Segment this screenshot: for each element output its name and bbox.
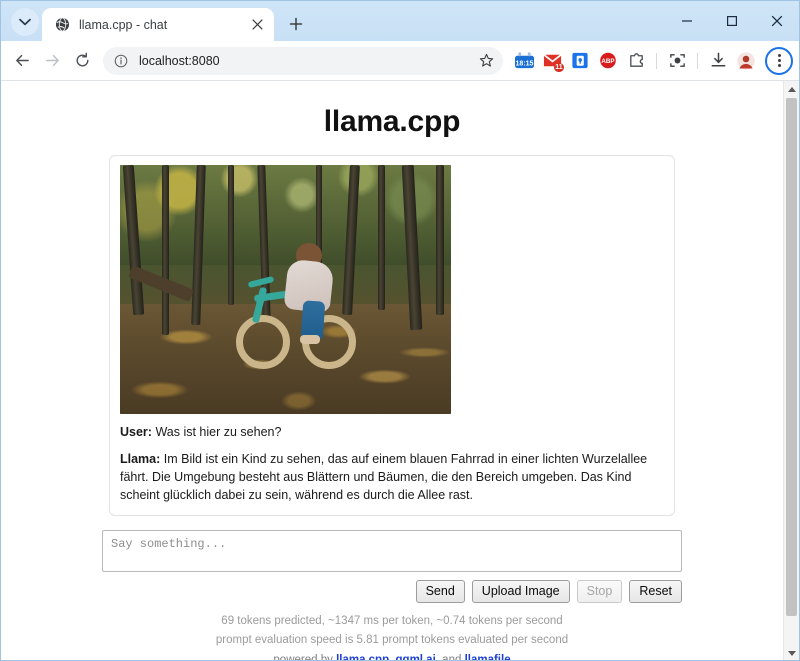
- message-input[interactable]: [102, 529, 682, 572]
- address-bar[interactable]: localhost:8080: [103, 46, 503, 75]
- tab-search-button[interactable]: [11, 8, 39, 36]
- close-icon: [771, 15, 782, 27]
- stats-tokens-line: 69 tokens predicted, ~1347 ms per token,…: [221, 614, 563, 627]
- bookmark-star-icon[interactable]: [477, 52, 495, 70]
- extension-icons: 18:15 11 ABP: [510, 46, 793, 75]
- chat-message-llama: Llama: Im Bild ist ein Kind zu sehen, da…: [120, 450, 664, 504]
- chat-text-user: Was ist hier zu sehen?: [151, 425, 282, 439]
- page-viewport: llama.cpp User: Was ist hier zu sehen? L…: [1, 81, 799, 661]
- info-circle-icon[interactable]: [113, 53, 129, 69]
- reload-button[interactable]: [67, 46, 97, 76]
- child-jeans: [300, 300, 326, 340]
- chat-message-user: User: Was ist hier zu sehen?: [120, 423, 664, 441]
- upload-image-button[interactable]: Upload Image: [471, 579, 570, 603]
- adblock-plus-extension-icon[interactable]: ABP: [597, 50, 619, 72]
- page-title: llama.cpp: [323, 105, 461, 138]
- three-dot-menu-icon: [777, 54, 781, 67]
- reset-button[interactable]: Reset: [629, 579, 682, 603]
- scroll-up-arrow[interactable]: [784, 81, 799, 97]
- child-shoe: [300, 335, 320, 344]
- tab-title: llama.cpp - chat: [79, 17, 168, 32]
- extensions-puzzle-icon[interactable]: [625, 50, 647, 72]
- forward-button[interactable]: [37, 46, 67, 76]
- stats-prompt-line: prompt evaluation speed is 5.81 prompt t…: [215, 634, 569, 647]
- mail-extension-icon[interactable]: 11: [541, 50, 564, 72]
- back-button[interactable]: [7, 46, 37, 76]
- stop-button: Stop: [576, 579, 623, 603]
- plus-icon: [289, 17, 303, 31]
- chat-speaker-user: User:: [120, 425, 152, 439]
- reload-icon: [76, 52, 88, 67]
- powered-by-line: powered by llama.cpp, ggml.ai, and llama…: [102, 651, 682, 661]
- lens-search-icon[interactable]: [666, 50, 688, 72]
- toolbar-divider-2: [697, 52, 698, 69]
- toolbar-divider: [656, 52, 657, 69]
- tab-close-icon[interactable]: [248, 16, 266, 34]
- profile-avatar[interactable]: [735, 50, 757, 72]
- browser-window: llama.cpp - chat localhost:8080 18:15 11…: [0, 0, 800, 661]
- close-window-button[interactable]: [754, 1, 799, 41]
- svg-text:ABP: ABP: [601, 58, 614, 65]
- browser-tab[interactable]: llama.cpp - chat: [42, 8, 274, 41]
- window-controls: [664, 1, 799, 41]
- mail-badge-count: 11: [554, 62, 564, 72]
- tree-trunk: [378, 165, 385, 310]
- browser-menu-button[interactable]: [765, 46, 793, 75]
- composer: Send Upload Image Stop Reset 69 tokens p…: [102, 529, 682, 661]
- calendar-extension-icon[interactable]: 18:15: [513, 50, 535, 72]
- ggml-ai-link[interactable]: ggml.ai: [396, 654, 436, 660]
- minimize-button[interactable]: [664, 1, 709, 41]
- address-bar-url: localhost:8080: [139, 53, 220, 68]
- powered-by-prefix: powered by: [273, 654, 337, 661]
- password-manager-extension-icon[interactable]: [569, 50, 591, 72]
- llama-cpp-link[interactable]: llama.cpp: [336, 654, 389, 660]
- minimize-icon: [681, 20, 692, 22]
- tree-trunk: [436, 165, 444, 315]
- tree-trunk: [162, 165, 169, 335]
- chat-text-llama: Im Bild ist ein Kind zu sehen, das auf e…: [120, 452, 648, 503]
- page-scrollbar[interactable]: [783, 81, 799, 660]
- tab-strip: llama.cpp - chat: [1, 1, 799, 41]
- composer-buttons: Send Upload Image Stop Reset: [102, 579, 682, 603]
- new-tab-button[interactable]: [282, 10, 310, 38]
- browser-toolbar: localhost:8080 18:15 11 ABP: [1, 41, 799, 81]
- globe-icon: [54, 17, 70, 33]
- maximize-icon: [726, 16, 737, 27]
- generation-stats: 69 tokens predicted, ~1347 ms per token,…: [102, 612, 682, 661]
- back-arrow-icon: [15, 54, 29, 67]
- scrollbar-thumb[interactable]: [786, 98, 797, 616]
- child-figure: [280, 243, 342, 344]
- send-button[interactable]: Send: [415, 579, 465, 603]
- tree-trunk: [228, 165, 234, 305]
- maximize-button[interactable]: [709, 1, 754, 41]
- svg-text:18:15: 18:15: [515, 60, 533, 67]
- chat-panel: User: Was ist hier zu sehen? Llama: Im B…: [109, 155, 675, 516]
- chevron-down-icon: [19, 18, 31, 26]
- downloads-icon[interactable]: [707, 50, 729, 72]
- forward-arrow-icon: [45, 54, 59, 67]
- stats-separator-2: , and: [435, 654, 465, 661]
- chat-speaker-llama: Llama:: [120, 452, 161, 467]
- scroll-down-arrow[interactable]: [784, 645, 799, 660]
- chat-image: [120, 165, 451, 414]
- page-content: llama.cpp User: Was ist hier zu sehen? L…: [1, 81, 783, 661]
- llamafile-link[interactable]: llamafile: [465, 654, 511, 660]
